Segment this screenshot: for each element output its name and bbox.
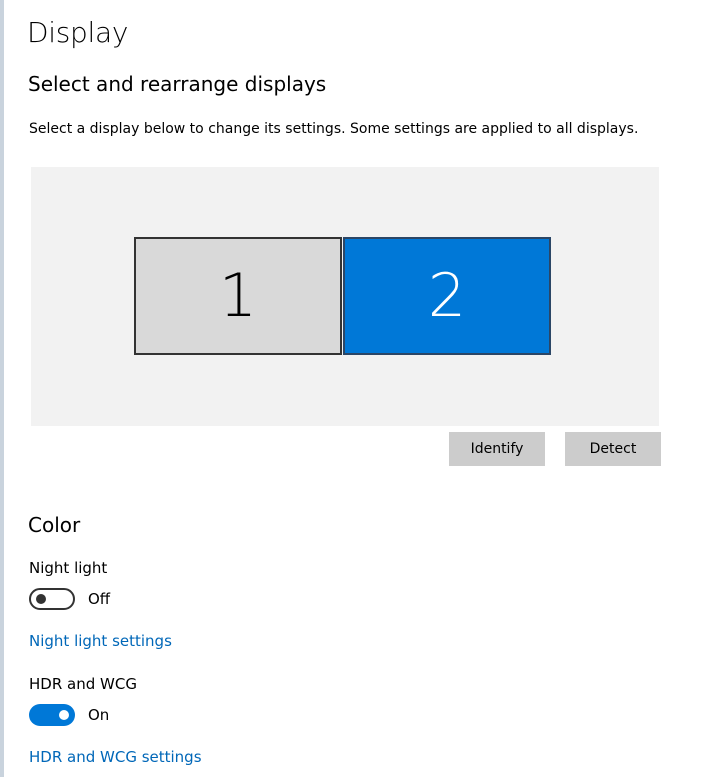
- display-2-tile[interactable]: 2: [343, 237, 551, 355]
- hdr-toggle[interactable]: [29, 704, 75, 726]
- hdr-toggle-row: On: [29, 704, 109, 726]
- window-edge: [0, 0, 4, 777]
- color-heading: Color: [28, 513, 81, 537]
- detect-button[interactable]: Detect: [565, 432, 661, 466]
- hdr-settings-link[interactable]: HDR and WCG settings: [29, 748, 202, 766]
- night-light-toggle-row: Off: [29, 588, 110, 610]
- arrange-heading: Select and rearrange displays: [28, 72, 327, 96]
- display-1-number: 1: [218, 261, 258, 331]
- hdr-label: HDR and WCG: [29, 675, 137, 693]
- display-settings-page: Display Select and rearrange displays Se…: [0, 0, 713, 777]
- night-light-label: Night light: [29, 559, 108, 577]
- arrange-description: Select a display below to change its set…: [29, 121, 639, 137]
- display-arrangement-area[interactable]: 1 2: [31, 167, 659, 426]
- display-2-number: 2: [427, 261, 467, 331]
- identify-button[interactable]: Identify: [449, 432, 545, 466]
- toggle-knob: [59, 710, 69, 720]
- toggle-knob: [36, 594, 46, 604]
- display-1-tile[interactable]: 1: [134, 237, 342, 355]
- night-light-state: Off: [88, 590, 111, 608]
- hdr-state: On: [88, 706, 110, 724]
- page-title: Display: [27, 16, 129, 49]
- night-light-settings-link[interactable]: Night light settings: [29, 632, 172, 650]
- night-light-toggle[interactable]: [29, 588, 75, 610]
